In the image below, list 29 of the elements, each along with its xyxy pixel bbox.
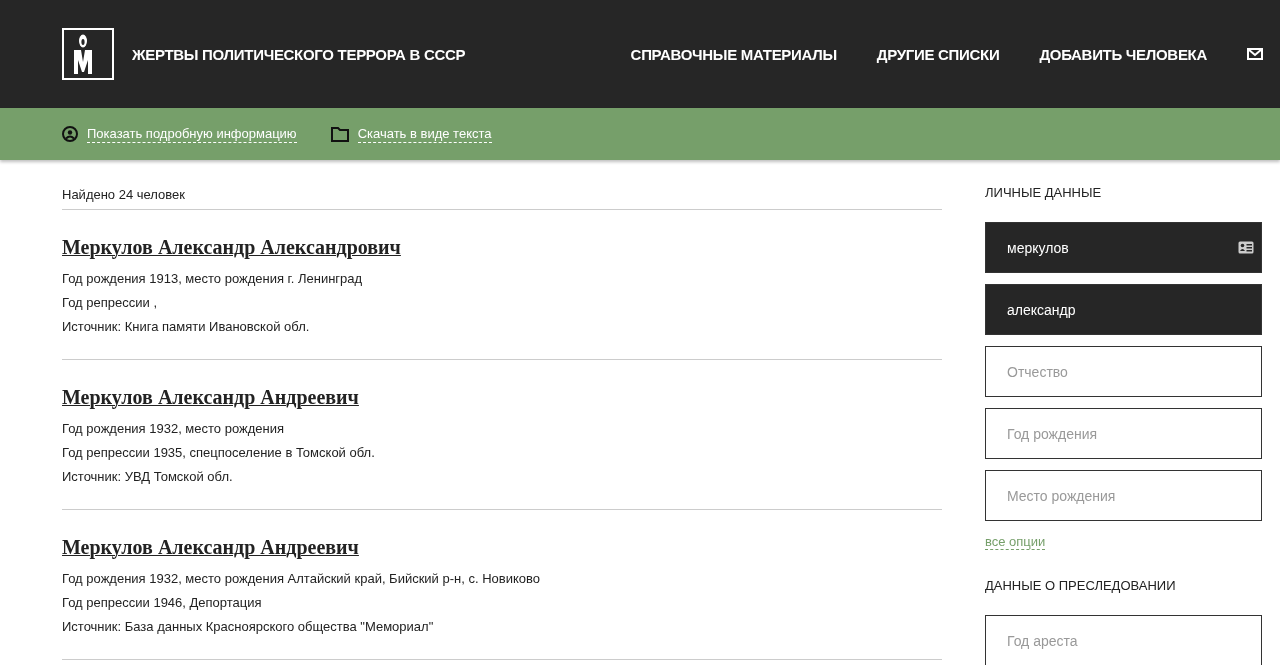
person-detail: Год репрессии , — [62, 294, 159, 312]
input-field[interactable]: Год рождения — [985, 408, 1262, 459]
section-heading: ДАННЫЕ О ПРЕСЛЕДОВАНИИ — [985, 578, 1177, 593]
person-detail: Источник: База данных Красноярского общества "Мемориал" — [62, 618, 435, 636]
input-field[interactable]: Год ареста — [985, 615, 1262, 665]
person-detail: Год рождения 1913, место рождения г. Ленинград — [62, 270, 364, 288]
person-name-link[interactable]: Меркулов Александр Андреевич — [62, 386, 359, 409]
folder-icon[interactable] — [330, 126, 349, 142]
mail-icon[interactable] — [1247, 48, 1263, 60]
input-field[interactable]: Отчество — [985, 346, 1262, 397]
person-name-link[interactable]: Меркулов Александр Андреевич — [62, 536, 359, 559]
logo-icon[interactable] — [62, 28, 114, 80]
input-field[interactable]: меркулов — [985, 222, 1262, 273]
person-detail: Источник: УВД Томской обл. — [62, 468, 234, 486]
nav-link[interactable]: ДРУГИЕ СПИСКИ — [876, 45, 1000, 63]
nav-link[interactable]: ДОБАВИТЬ ЧЕЛОВЕКА — [1039, 45, 1207, 63]
person-detail: Год репрессии 1935, спецпоселение в Томской обл. — [62, 444, 376, 462]
input-field[interactable]: александр — [985, 284, 1262, 335]
section-heading: ЛИЧНЫЕ ДАННЫЕ — [985, 185, 1103, 200]
results-count: Найдено 24 человек — [62, 160, 942, 210]
site-title[interactable]: ЖЕРТВЫ ПОЛИТИЧЕСКОГО ТЕРРОРА В СССР — [132, 45, 466, 63]
input-field[interactable]: Место рождения — [985, 470, 1262, 521]
person-name-link[interactable]: Меркулов Александр Александрович — [62, 236, 401, 259]
person-detail: Год рождения 1932, место рождения — [62, 420, 285, 438]
person-detail: Год репрессии 1946, Депортация — [62, 594, 263, 612]
person-detail: Источник: Книга памяти Ивановской обл. — [62, 318, 311, 336]
person-detail: Год рождения 1932, место рождения Алтайский край, Бийский р-н, с. Новиково — [62, 570, 542, 588]
nav-link[interactable]: СПРАВОЧНЫЕ МАТЕРИАЛЫ — [630, 45, 837, 63]
user-circle-icon[interactable] — [62, 126, 78, 142]
